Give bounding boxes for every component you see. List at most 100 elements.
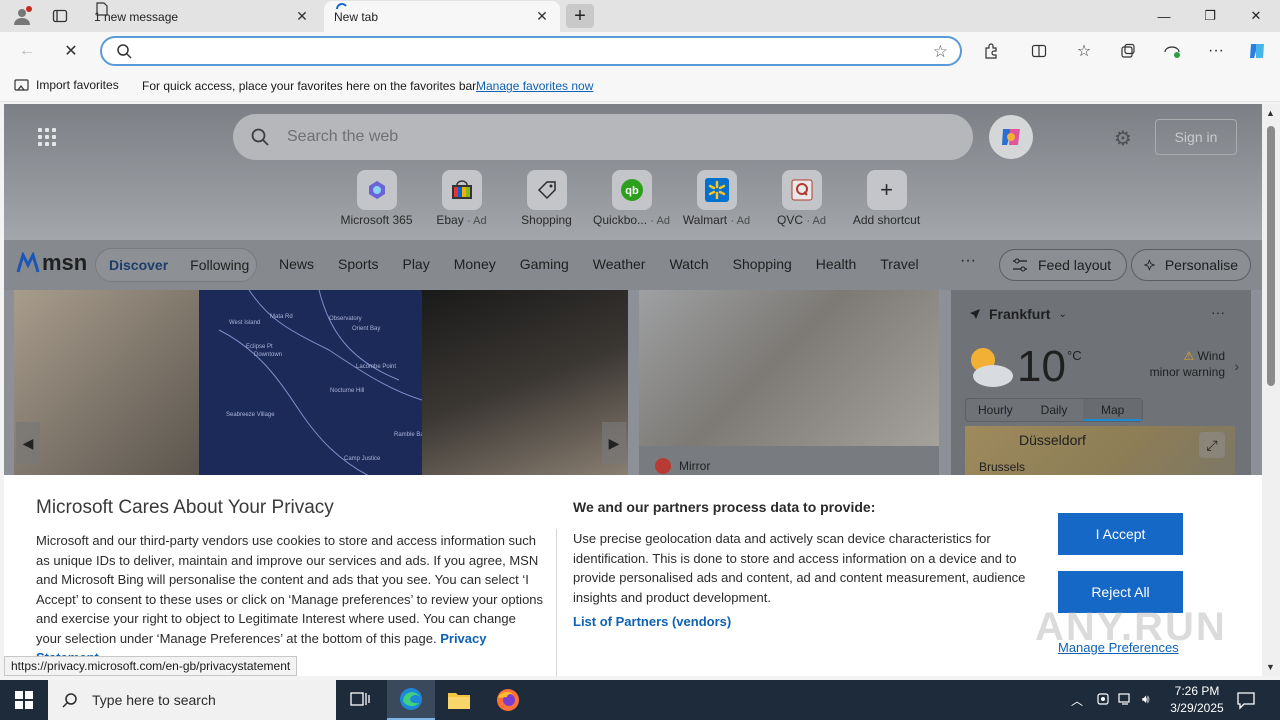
accept-button[interactable]: I Accept: [1058, 513, 1183, 555]
page-icon: [94, 1, 110, 17]
shortcut-microsoft-365[interactable]: Microsoft 365: [334, 170, 419, 227]
settings-gear-icon[interactable]: ⚙: [1114, 126, 1132, 151]
privacy-title: Microsoft Cares About Your Privacy: [36, 497, 334, 518]
tab-hourly[interactable]: Hourly: [966, 399, 1025, 421]
nav-money[interactable]: Money: [454, 256, 496, 272]
import-favorites-button[interactable]: Import favorites: [14, 78, 119, 92]
start-button[interactable]: [0, 680, 48, 720]
web-search-box[interactable]: Search the web: [233, 114, 973, 160]
tab-actions-icon[interactable]: [50, 6, 70, 26]
favorite-star-icon[interactable]: ☆: [933, 42, 948, 62]
more-options-icon[interactable]: ···: [1203, 39, 1229, 63]
new-tab-button[interactable]: +: [566, 4, 594, 28]
address-bar[interactable]: ☆: [100, 36, 962, 66]
close-window-button[interactable]: ✕: [1233, 0, 1279, 32]
favorites-message: For quick access, place your favorites h…: [142, 79, 479, 93]
shortcut-quickbooks[interactable]: qb Quickbo... · Ad: [589, 170, 674, 227]
nav-sports[interactable]: Sports: [338, 256, 378, 272]
feed-layout-button[interactable]: Feed layout: [999, 249, 1127, 281]
close-tab-icon[interactable]: ✕: [534, 8, 550, 25]
source-name: Mirror: [679, 459, 711, 473]
nav-news[interactable]: News: [279, 256, 314, 272]
shortcut-qvc[interactable]: QVC · Ad: [759, 170, 844, 227]
mirror-logo-icon: [655, 458, 671, 474]
nav-play[interactable]: Play: [402, 256, 429, 272]
msn-logo-text: msn: [42, 250, 88, 275]
shortcut-walmart[interactable]: Walmart · Ad: [674, 170, 759, 227]
news-source: Mirror: [655, 458, 710, 474]
partners-link[interactable]: List of Partners (vendors): [573, 614, 731, 629]
tab-discover[interactable]: Discover: [109, 257, 168, 273]
more-categories-button[interactable]: ···: [960, 252, 976, 270]
weather-map[interactable]: Düsseldorf Brussels ⤢: [965, 426, 1235, 476]
personalise-button[interactable]: Personalise: [1131, 249, 1251, 281]
system-clock[interactable]: 7:26 PM 3/29/2025: [1162, 683, 1232, 717]
tab-new-tab[interactable]: New tab ✕: [324, 1, 560, 32]
nav-health[interactable]: Health: [816, 256, 856, 272]
carousel-next-button[interactable]: ▶: [602, 422, 626, 464]
nav-weather[interactable]: Weather: [593, 256, 646, 272]
tab-map[interactable]: Map: [1083, 399, 1143, 421]
carousel-prev-button[interactable]: ◀: [16, 422, 40, 464]
manage-favorites-link[interactable]: Manage favorites now: [476, 79, 593, 93]
notification-center-icon[interactable]: [1236, 690, 1256, 713]
map-label: Nocturne Hill: [330, 388, 365, 394]
news-card-main[interactable]: West Island Mata Rd Eclipse Pt Downtown …: [14, 290, 628, 476]
tab-daily[interactable]: Daily: [1025, 399, 1084, 421]
copilot-button[interactable]: [989, 115, 1033, 159]
network-icon[interactable]: [1118, 692, 1134, 709]
scroll-thumb[interactable]: [1267, 126, 1275, 386]
scroll-down-icon[interactable]: ▼: [1266, 662, 1275, 672]
nav-gaming[interactable]: Gaming: [520, 256, 569, 272]
city-name: Frankfurt: [989, 306, 1051, 322]
volume-icon[interactable]: 🔊︎: [1142, 692, 1150, 707]
tab-label: New tab: [334, 9, 379, 24]
split-screen-icon[interactable]: [1026, 39, 1052, 63]
shortcut-add[interactable]: + Add shortcut: [844, 170, 929, 227]
search-icon: [62, 693, 77, 708]
tab-following[interactable]: Following: [190, 257, 249, 273]
shortcut-shopping[interactable]: Shopping: [504, 170, 589, 227]
news-card-secondary[interactable]: Mirror: [639, 290, 939, 476]
tab-messages[interactable]: 1 new message ✕: [84, 1, 320, 32]
weather-more-icon[interactable]: ···: [1211, 304, 1225, 320]
back-button[interactable]: ←: [14, 39, 40, 63]
scroll-up-icon[interactable]: ▲: [1266, 108, 1275, 118]
close-tab-icon[interactable]: ✕: [294, 8, 310, 25]
clock-date: 3/29/2025: [1170, 701, 1224, 715]
expand-icon[interactable]: ⤢: [1199, 432, 1225, 458]
profile-icon[interactable]: [12, 6, 32, 26]
firefox-icon[interactable]: [484, 680, 532, 720]
copilot-icon[interactable]: [1244, 39, 1270, 63]
msn-logo[interactable]: msn: [16, 250, 87, 276]
temperature-unit[interactable]: °C: [1067, 348, 1082, 363]
page-scrollbar[interactable]: ▲ ▼: [1262, 104, 1280, 676]
meet-now-icon[interactable]: [1096, 692, 1110, 709]
walmart-icon: [696, 170, 737, 210]
shortcut-label: Microsoft 365: [340, 213, 413, 227]
nav-shopping[interactable]: Shopping: [733, 256, 792, 272]
task-view-icon[interactable]: [336, 680, 384, 720]
chevron-right-icon[interactable]: ›: [1234, 358, 1239, 374]
minimize-button[interactable]: —: [1141, 0, 1187, 32]
nav-travel[interactable]: Travel: [880, 256, 918, 272]
restore-button[interactable]: ❐: [1187, 0, 1233, 32]
msn-nav-bar: msn Discover Following News Sports Play …: [4, 240, 1262, 290]
extensions-icon[interactable]: [978, 39, 1004, 63]
apps-grid-icon[interactable]: [38, 128, 56, 146]
show-hidden-icons[interactable]: ︿: [1071, 692, 1083, 709]
taskbar-search-box[interactable]: Type here to search: [48, 680, 336, 720]
nav-watch[interactable]: Watch: [669, 256, 708, 272]
collections-icon[interactable]: [1115, 39, 1141, 63]
stop-loading-button[interactable]: ✕: [58, 39, 84, 63]
svg-text:qb: qb: [625, 185, 639, 197]
address-input[interactable]: [142, 41, 902, 61]
edge-taskbar-icon[interactable]: [387, 680, 435, 720]
shortcut-ebay[interactable]: Ebay · Ad: [419, 170, 504, 227]
browser-essentials-icon[interactable]: [1159, 39, 1185, 63]
sign-in-button[interactable]: Sign in: [1155, 119, 1237, 155]
file-explorer-icon[interactable]: [435, 680, 483, 720]
weather-warning[interactable]: ⚠ Wind minor warning: [1150, 348, 1225, 380]
weather-location[interactable]: Frankfurt ⌄: [969, 306, 1067, 322]
favorites-icon[interactable]: ☆: [1071, 39, 1097, 63]
